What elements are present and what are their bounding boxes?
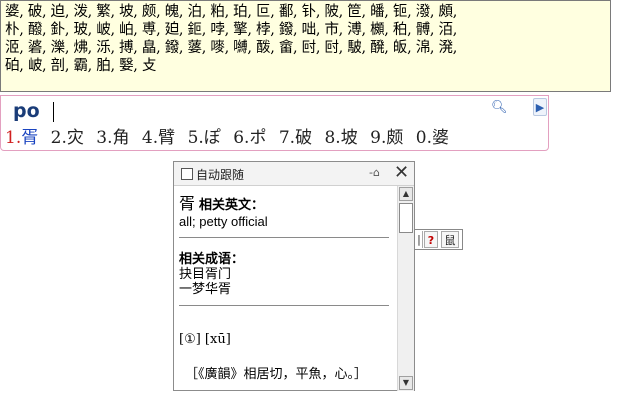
candidate-number: 0. bbox=[415, 128, 432, 148]
idiom-section-heading: 相关成语： bbox=[179, 252, 245, 267]
idiom-item: 抉目胥门 bbox=[179, 267, 232, 282]
candidate-item[interactable]: 7.破 bbox=[279, 128, 312, 148]
candidate-line[interactable]: 婆, 破, 迫, 泼, 繁, 坡, 颇, 魄, 泊, 粕, 珀, 叵, 鄱, 钋… bbox=[5, 3, 606, 21]
idiom-item: 一梦华胥 bbox=[179, 282, 232, 297]
mouse-mode-button[interactable]: 鼠 bbox=[441, 231, 459, 248]
pronunciation: [①] [xū] bbox=[179, 332, 231, 347]
candidate-number: 9. bbox=[370, 128, 387, 148]
panel-scrollbar[interactable]: ▲ ▼ bbox=[397, 186, 414, 391]
candidate-item[interactable]: 8.坡 bbox=[324, 128, 357, 148]
candidate-item[interactable]: 2.灾 bbox=[51, 128, 84, 148]
head-char: 胥 bbox=[179, 194, 196, 213]
pin-icon[interactable]: -⌂ bbox=[369, 166, 380, 179]
divider bbox=[179, 305, 389, 306]
divider bbox=[179, 237, 389, 238]
toolbar-separator: | bbox=[416, 231, 423, 248]
side-toolbar: | ? 鼠 bbox=[414, 229, 463, 250]
english-section-heading: 胥相关英文： bbox=[179, 190, 394, 214]
candidate-item[interactable]: 4.臂 bbox=[142, 128, 175, 148]
candidate-char: ポ bbox=[249, 128, 267, 148]
definition: ［《廣韻》相居切，平魚，心。］ bbox=[185, 367, 368, 382]
candidate-number: 3. bbox=[96, 128, 113, 148]
panel-content: 胥相关英文： all; petty official 相关成语： 抉目胥门 一梦… bbox=[179, 190, 394, 388]
scroll-up-icon[interactable]: ▲ bbox=[399, 187, 413, 201]
english-text: all; petty official bbox=[179, 214, 268, 229]
close-icon[interactable]: ✕ bbox=[394, 162, 409, 184]
candidate-item[interactable]: 6.ポ bbox=[233, 128, 266, 148]
dictionary-panel: 自动跟随 -⌂ ✕ 胥相关英文： all; petty official 相关成… bbox=[173, 161, 415, 391]
candidate-char: 角 bbox=[112, 128, 130, 148]
candidate-char: 破 bbox=[295, 128, 313, 148]
candidate-number: 8. bbox=[324, 128, 341, 148]
english-heading-label: 相关英文： bbox=[199, 198, 265, 213]
candidate-number: 4. bbox=[141, 128, 159, 148]
ime-composition-bar: po 🔍︎ ▶ 1.胥 2.灾 3.角 4.臂 5.ぽ 6.ポ 7.破 8.坡 … bbox=[0, 95, 549, 151]
auto-follow-label[interactable]: 自动跟随 bbox=[196, 166, 244, 183]
candidate-char: 胥 bbox=[21, 128, 39, 148]
panel-titlebar: 自动跟随 -⌂ ✕ bbox=[174, 162, 414, 186]
candidate-number: 1. bbox=[5, 128, 22, 148]
candidate-item[interactable]: 5.ぽ bbox=[188, 128, 221, 148]
text-caret bbox=[53, 102, 54, 122]
candidate-item[interactable]: 9.颇 bbox=[370, 128, 403, 148]
candidate-char: 坡 bbox=[340, 128, 358, 148]
candidate-char: 颇 bbox=[386, 128, 404, 148]
next-page-icon[interactable]: ▶ bbox=[533, 98, 547, 116]
candidate-char: 臂 bbox=[158, 128, 176, 148]
scroll-thumb[interactable] bbox=[399, 203, 413, 233]
search-icon[interactable]: 🔍︎ bbox=[491, 100, 508, 115]
candidate-char: ぽ bbox=[203, 128, 221, 148]
help-button[interactable]: ? bbox=[424, 231, 438, 248]
candidate-line[interactable]: 洍, 碆, 濼, 炥, 泺, 搏, 皛, 鏺, 蔢, 嘜, 嚩, 酦, 畲, 尀… bbox=[5, 39, 606, 57]
pinyin-input[interactable]: po bbox=[13, 100, 40, 122]
candidate-char: 婆 bbox=[432, 128, 449, 148]
candidate-char: 灾 bbox=[66, 128, 84, 148]
candidate-number: 6. bbox=[233, 128, 250, 148]
candidate-line[interactable]: 朴, 醱, 釙, 玻, 岥, 岶, 尃, 廹, 鉕, 哱, 擎, 桲, 鏺, 咄… bbox=[5, 21, 606, 39]
candidate-list-box: 婆, 破, 迫, 泼, 繁, 坡, 颇, 魄, 泊, 粕, 珀, 叵, 鄱, 钋… bbox=[0, 0, 611, 92]
candidate-number: 5. bbox=[187, 128, 204, 148]
candidate-row: 1.胥 2.灾 3.角 4.臂 5.ぽ 6.ポ 7.破 8.坡 9.颇 0.婆 bbox=[5, 123, 456, 148]
scroll-down-icon[interactable]: ▼ bbox=[399, 376, 413, 390]
candidate-item[interactable]: 0.婆 bbox=[416, 128, 449, 148]
candidate-number: 7. bbox=[278, 128, 296, 148]
candidate-line[interactable]: 砶, 岥, 剖, 霸, 胉, 嫛, 攴 bbox=[5, 57, 606, 75]
candidate-number: 2. bbox=[50, 128, 67, 148]
auto-follow-checkbox[interactable] bbox=[181, 168, 193, 180]
candidate-item[interactable]: 3.角 bbox=[96, 128, 129, 148]
candidate-item[interactable]: 1.胥 bbox=[5, 128, 38, 148]
